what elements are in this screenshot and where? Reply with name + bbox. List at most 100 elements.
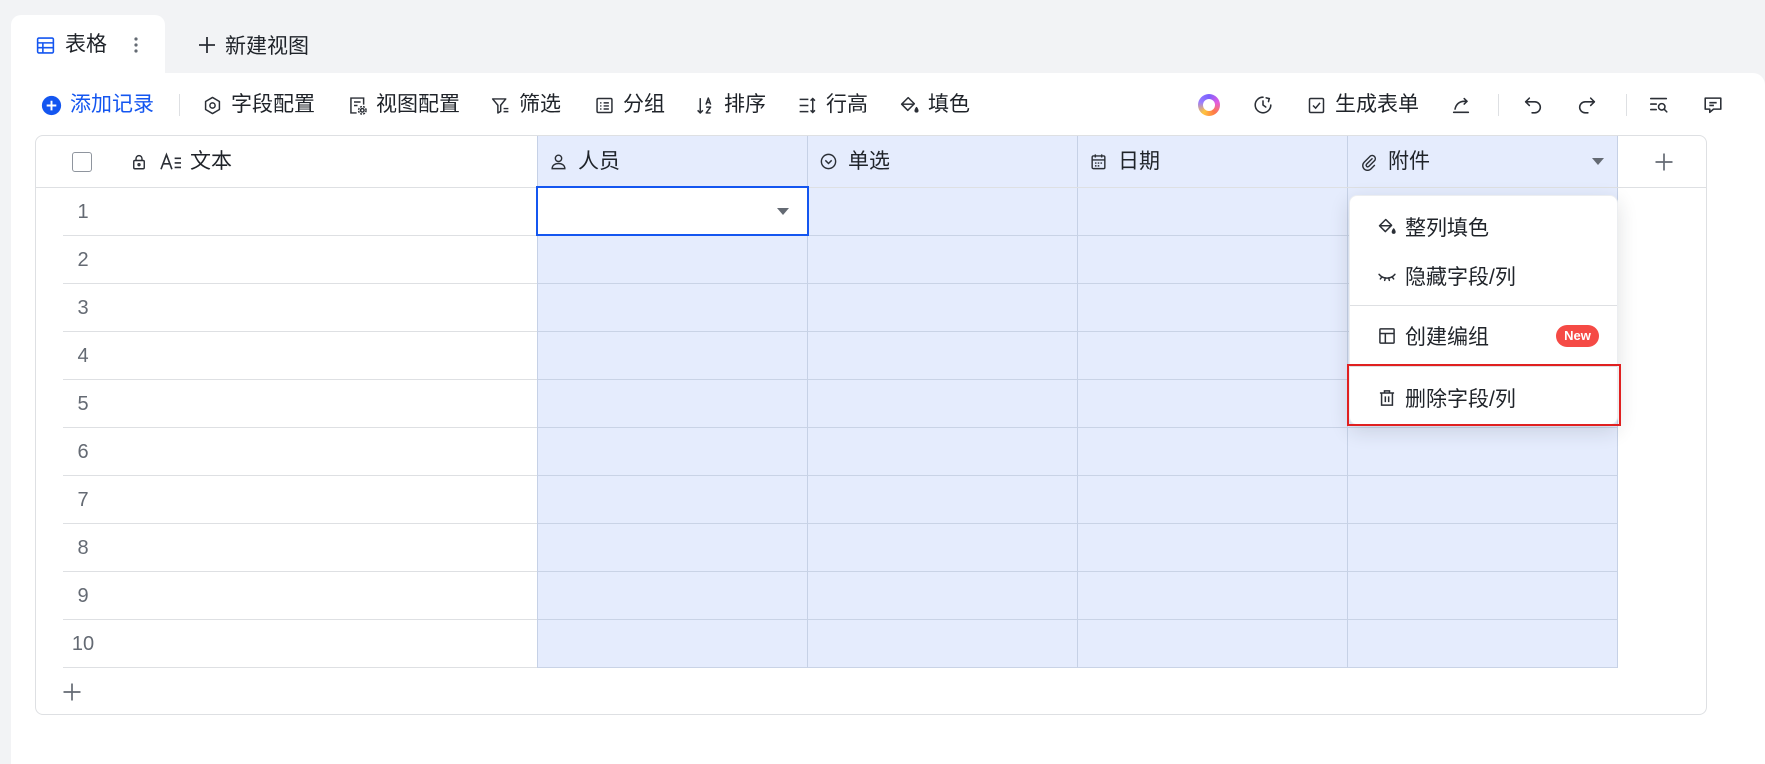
calendar-icon xyxy=(1089,152,1108,171)
checkbox-form-icon xyxy=(1306,95,1327,116)
cell-text[interactable] xyxy=(103,380,537,428)
cell-date[interactable] xyxy=(1077,332,1347,380)
cell-person[interactable] xyxy=(537,524,807,572)
column-header-label: 单选 xyxy=(848,150,890,173)
cell-date[interactable] xyxy=(1077,380,1347,428)
table-row: 10 xyxy=(63,620,1618,668)
cell-text[interactable] xyxy=(103,620,537,668)
view-settings-icon xyxy=(347,95,368,116)
tab-table[interactable]: 表格 xyxy=(11,15,165,75)
column-header-person[interactable]: 人员 xyxy=(537,136,807,187)
cell-person[interactable] xyxy=(537,476,807,524)
cell-attachment[interactable] xyxy=(1347,572,1618,620)
cell-person[interactable] xyxy=(537,428,807,476)
column-header-label: 附件 xyxy=(1388,150,1430,173)
row-number: 1 xyxy=(77,201,89,223)
generate-form-button[interactable]: 生成表单 xyxy=(1306,91,1419,119)
more-vertical-icon[interactable] xyxy=(128,34,144,56)
undo-icon[interactable] xyxy=(1522,94,1544,116)
cell-date[interactable] xyxy=(1077,476,1347,524)
cell-text[interactable] xyxy=(103,236,537,284)
cell-text[interactable] xyxy=(103,428,537,476)
cell-text[interactable] xyxy=(103,284,537,332)
plus-icon xyxy=(197,35,217,55)
cell-person[interactable] xyxy=(537,236,807,284)
fill-color-button[interactable]: 填色 xyxy=(899,91,970,119)
menu-item-create-group[interactable]: 创建编组 New xyxy=(1350,313,1617,359)
cell-text[interactable] xyxy=(103,476,537,524)
cell-text[interactable] xyxy=(103,188,537,236)
field-config-button[interactable]: 字段配置 xyxy=(202,91,315,119)
tab-label: 表格 xyxy=(65,33,107,56)
cell-single-select[interactable] xyxy=(807,428,1077,476)
select-all-checkbox[interactable] xyxy=(72,152,92,172)
menu-item-hide-field[interactable]: 隐藏字段/列 xyxy=(1350,253,1617,299)
cell-single-select[interactable] xyxy=(807,620,1077,668)
cell-text[interactable] xyxy=(103,572,537,620)
column-header-single-select[interactable]: 单选 xyxy=(807,136,1077,187)
comment-icon[interactable] xyxy=(1702,94,1724,116)
filter-button[interactable]: 筛选 xyxy=(490,91,561,119)
table-row: 6 xyxy=(63,428,1618,476)
row-number: 2 xyxy=(77,249,89,271)
find-icon[interactable] xyxy=(1648,94,1670,116)
add-record-button[interactable]: 添加记录 xyxy=(41,91,154,119)
chevron-down-icon[interactable] xyxy=(1592,158,1604,165)
cell-attachment[interactable] xyxy=(1347,620,1618,668)
cell-text[interactable] xyxy=(103,524,537,572)
cell-single-select[interactable] xyxy=(807,524,1077,572)
menu-item-fill-column[interactable]: 整列填色 xyxy=(1350,204,1617,250)
fill-color-label: 填色 xyxy=(928,93,970,116)
redo-icon[interactable] xyxy=(1576,94,1598,116)
history-icon[interactable] xyxy=(1252,94,1274,116)
cell-person[interactable] xyxy=(537,284,807,332)
view-config-button[interactable]: 视图配置 xyxy=(347,91,460,119)
new-view-button[interactable]: 新建视图 xyxy=(197,31,309,59)
group-icon xyxy=(594,95,615,116)
row-number: 9 xyxy=(77,585,89,607)
cell-person[interactable] xyxy=(537,380,807,428)
cell-date[interactable] xyxy=(1077,572,1347,620)
menu-divider xyxy=(1350,366,1617,367)
cell-date[interactable] xyxy=(1077,188,1347,236)
cell-attachment[interactable] xyxy=(1347,428,1618,476)
cell-single-select[interactable] xyxy=(807,188,1077,236)
cell-date[interactable] xyxy=(1077,236,1347,284)
sort-label: 排序 xyxy=(724,93,766,116)
generate-form-label: 生成表单 xyxy=(1335,93,1419,116)
row-number: 4 xyxy=(77,345,89,367)
ai-assistant-icon[interactable] xyxy=(1198,94,1220,116)
cell-person[interactable] xyxy=(537,620,807,668)
sort-button[interactable]: 排序 xyxy=(695,91,766,119)
cell-single-select[interactable] xyxy=(807,476,1077,524)
row-height-icon xyxy=(797,95,818,116)
active-cell-person[interactable] xyxy=(536,186,809,236)
cell-single-select[interactable] xyxy=(807,380,1077,428)
cell-date[interactable] xyxy=(1077,524,1347,572)
cell-date[interactable] xyxy=(1077,620,1347,668)
cell-person[interactable] xyxy=(537,332,807,380)
cell-single-select[interactable] xyxy=(807,332,1077,380)
cell-attachment[interactable] xyxy=(1347,476,1618,524)
cell-text[interactable] xyxy=(103,332,537,380)
cell-date[interactable] xyxy=(1077,284,1347,332)
share-icon[interactable] xyxy=(1450,94,1472,116)
cell-single-select[interactable] xyxy=(807,236,1077,284)
row-height-button[interactable]: 行高 xyxy=(797,91,868,119)
field-config-label: 字段配置 xyxy=(231,93,315,116)
add-row-button[interactable] xyxy=(62,682,82,702)
sort-icon xyxy=(695,95,716,116)
add-column-button[interactable] xyxy=(1618,136,1706,187)
column-header-date[interactable]: 日期 xyxy=(1077,136,1347,187)
group-button[interactable]: 分组 xyxy=(594,91,665,119)
column-header-text[interactable]: 文本 xyxy=(36,136,537,187)
row-number: 8 xyxy=(77,537,89,559)
menu-item-delete-field[interactable]: 删除字段/列 xyxy=(1350,375,1617,421)
cell-single-select[interactable] xyxy=(807,572,1077,620)
cell-person[interactable] xyxy=(537,572,807,620)
cell-attachment[interactable] xyxy=(1347,524,1618,572)
cell-single-select[interactable] xyxy=(807,284,1077,332)
cell-date[interactable] xyxy=(1077,428,1347,476)
chevron-down-icon[interactable] xyxy=(777,208,789,215)
column-header-attachment[interactable]: 附件 xyxy=(1347,136,1618,187)
